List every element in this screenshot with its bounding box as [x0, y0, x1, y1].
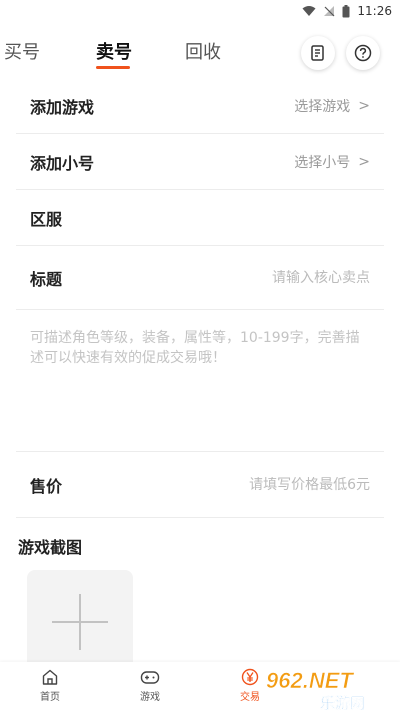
nav-home[interactable]: 首页 [20, 668, 80, 703]
add-screenshot-button[interactable] [27, 570, 133, 676]
gamepad-icon [140, 671, 160, 684]
list-doc-icon [311, 45, 324, 61]
nav-games-label: 游戏 [140, 692, 160, 703]
tab-buy-account[interactable]: 买号 [4, 38, 40, 64]
tab-sell-account[interactable]: 卖号 [96, 38, 132, 64]
nav-games[interactable]: 游戏 [120, 668, 180, 703]
status-bar: 11:26 [0, 0, 400, 22]
add-account-row[interactable]: 添加小号 选择小号 > [16, 134, 384, 190]
description-area [16, 312, 384, 452]
price-row: 售价 [16, 452, 384, 518]
add-game-label: 添加游戏 [30, 97, 95, 117]
watermark-logo: 962.NET 乐游网 [266, 668, 366, 712]
nav-trade-label: 交易 [240, 692, 260, 703]
signal-off-icon [324, 6, 335, 17]
description-textarea[interactable] [16, 312, 384, 451]
status-time: 11:26 [357, 4, 392, 18]
title-input[interactable] [170, 269, 370, 286]
add-account-label: 添加小号 [30, 153, 95, 173]
select-account-value[interactable]: 选择小号 > [294, 152, 384, 172]
help-icon [354, 44, 372, 62]
select-account-text: 选择小号 [294, 154, 351, 171]
watermark-brand: 962.NET [266, 668, 354, 693]
title-label: 标题 [30, 269, 63, 289]
select-game-value[interactable]: 选择游戏 > [294, 96, 384, 116]
server-row[interactable]: 区服 [16, 190, 384, 246]
add-game-row[interactable]: 添加游戏 选择游戏 > [16, 78, 384, 134]
home-icon [42, 669, 58, 685]
records-button[interactable] [301, 36, 335, 70]
server-label: 区服 [30, 209, 63, 229]
select-game-text: 选择游戏 [294, 98, 351, 115]
watermark-subtitle: 乐游网 [320, 694, 365, 712]
nav-home-label: 首页 [40, 692, 60, 703]
tab-recycle[interactable]: 回收 [185, 38, 221, 64]
price-label: 售价 [30, 476, 63, 496]
screenshots-title: 游戏截图 [18, 538, 83, 557]
yen-coin-icon [241, 668, 259, 686]
title-row: 标题 [16, 246, 384, 310]
help-button[interactable] [346, 36, 380, 70]
wifi-icon [302, 6, 316, 16]
chevron-right-icon: > [358, 97, 370, 114]
price-input[interactable] [170, 476, 370, 493]
battery-icon [342, 4, 350, 17]
chevron-right-icon: > [358, 153, 370, 170]
active-tab-indicator [96, 66, 130, 69]
tab-bar: 买号 卖号 回收 [0, 22, 400, 78]
